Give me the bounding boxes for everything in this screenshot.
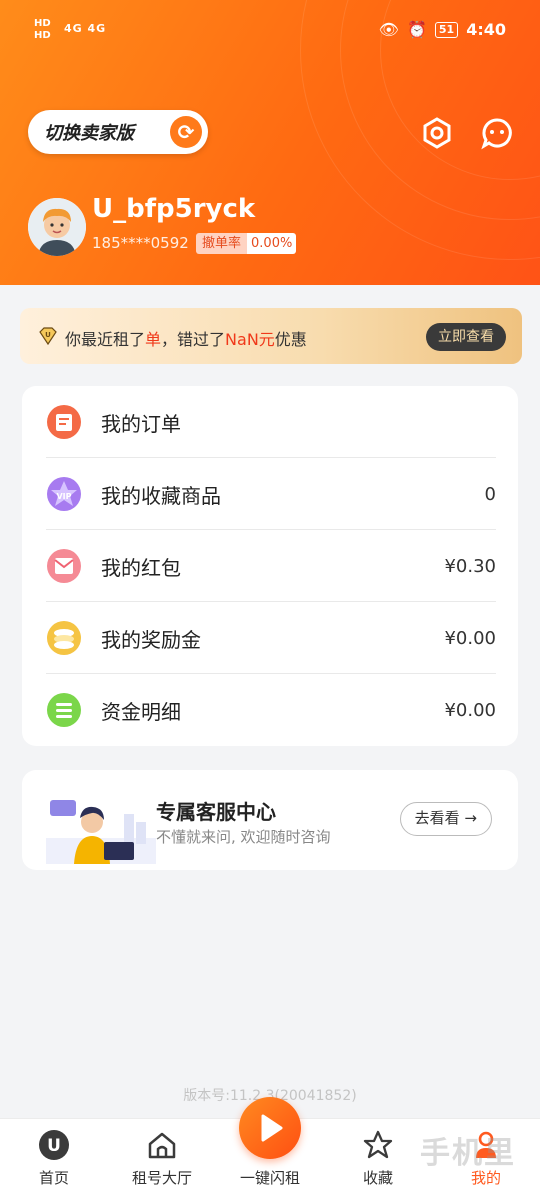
tab-label: 收藏 — [362, 1169, 393, 1187]
account-menu: 我的订单 VIP 我的收藏商品 0 我的红包 ¥0.30 我的奖励金 ¥0.00… — [22, 386, 518, 746]
home-u-icon: U — [39, 1130, 69, 1160]
diamond-u-icon: U — [39, 327, 57, 346]
menu-label: 资金明细 — [101, 699, 181, 724]
svg-text:U: U — [47, 1136, 61, 1156]
battery-indicator: 51 — [434, 21, 459, 38]
service-title: 专属客服中心 — [156, 800, 276, 824]
tab-label: 租号大厅 — [131, 1169, 192, 1187]
clock: 4:40 — [466, 20, 506, 39]
menu-value: ¥0.30 — [444, 555, 496, 577]
alarm-icon: ⏰ — [406, 20, 427, 39]
svg-text:U: U — [45, 331, 51, 339]
phone-number: 185****0592 — [92, 234, 189, 252]
refresh-icon: ⟳ — [170, 116, 202, 148]
menu-label: 我的奖励金 — [101, 627, 201, 652]
coin-stack-icon — [47, 621, 81, 655]
profile-header: HD HD 4G 4G 👁 ⏰ 51 4:40 切换卖家版 ⟳ U_bfp5ry… — [0, 0, 540, 285]
red-envelope-icon — [47, 549, 81, 583]
tab-rental-hall[interactable]: 租号大厅 — [108, 1119, 216, 1194]
menu-value: ¥0.00 — [444, 699, 496, 721]
customer-service-card[interactable]: 专属客服中心 不懂就来问, 欢迎随时咨询 去看看 → — [22, 770, 518, 870]
order-icon — [47, 405, 81, 439]
menu-item-orders[interactable]: 我的订单 — [22, 386, 518, 458]
go-see-button[interactable]: 去看看 → — [399, 802, 492, 836]
cancel-rate-badge: 撤单率 0.00% — [196, 233, 297, 254]
menu-item-funds[interactable]: 资金明细 ¥0.00 — [22, 674, 518, 746]
tab-label: 一键闪租 — [239, 1169, 300, 1187]
menu-item-reward[interactable]: 我的奖励金 ¥0.00 — [22, 602, 518, 674]
cancel-rate-label: 撤单率 — [196, 233, 248, 254]
menu-item-red-envelope[interactable]: 我的红包 ¥0.30 — [22, 530, 518, 602]
cancel-rate-value: 0.00% — [247, 233, 297, 254]
avatar[interactable] — [28, 198, 86, 256]
menu-label: 我的收藏商品 — [101, 483, 221, 508]
star-icon — [363, 1130, 393, 1159]
quick-rent-button[interactable] — [239, 1097, 301, 1159]
play-icon — [261, 1114, 283, 1142]
menu-item-favorites[interactable]: VIP 我的收藏商品 0 — [22, 458, 518, 530]
settings-icon[interactable] — [420, 116, 454, 150]
list-icon — [47, 693, 81, 727]
tab-favorites[interactable]: 收藏 — [324, 1119, 432, 1194]
signal-hd-labels: HD HD — [34, 18, 51, 41]
svg-text:VIP: VIP — [56, 492, 71, 501]
eye-icon: 👁 — [378, 20, 399, 39]
menu-value: ¥0.00 — [444, 627, 496, 649]
menu-label: 我的订单 — [101, 411, 181, 436]
view-now-button[interactable]: 立即查看 — [426, 323, 506, 351]
tab-home[interactable]: U 首页 — [0, 1119, 108, 1194]
menu-value: 0 — [484, 483, 496, 505]
promo-message: 你最近租了单，错过了NaN元优惠 — [65, 330, 307, 349]
service-subtitle: 不懂就来问, 欢迎随时咨询 — [156, 828, 331, 846]
switch-seller-button[interactable]: 切换卖家版 ⟳ — [28, 110, 208, 154]
promo-banner[interactable]: U 你最近租了单，错过了NaN元优惠 立即查看 — [20, 308, 522, 364]
vip-star-icon: VIP — [47, 477, 81, 511]
switch-seller-label: 切换卖家版 — [44, 123, 134, 144]
message-icon[interactable] — [480, 116, 514, 150]
customer-service-illustration — [46, 800, 156, 864]
menu-label: 我的红包 — [101, 555, 181, 580]
house-icon — [148, 1132, 176, 1159]
status-bar: HD HD 4G 4G 👁 ⏰ 51 4:40 — [0, 0, 540, 64]
watermark: 手机里 — [420, 1136, 516, 1171]
tab-label: 首页 — [38, 1169, 69, 1187]
network-label: 4G 4G — [64, 22, 107, 35]
username: U_bfp5ryck — [92, 194, 256, 224]
